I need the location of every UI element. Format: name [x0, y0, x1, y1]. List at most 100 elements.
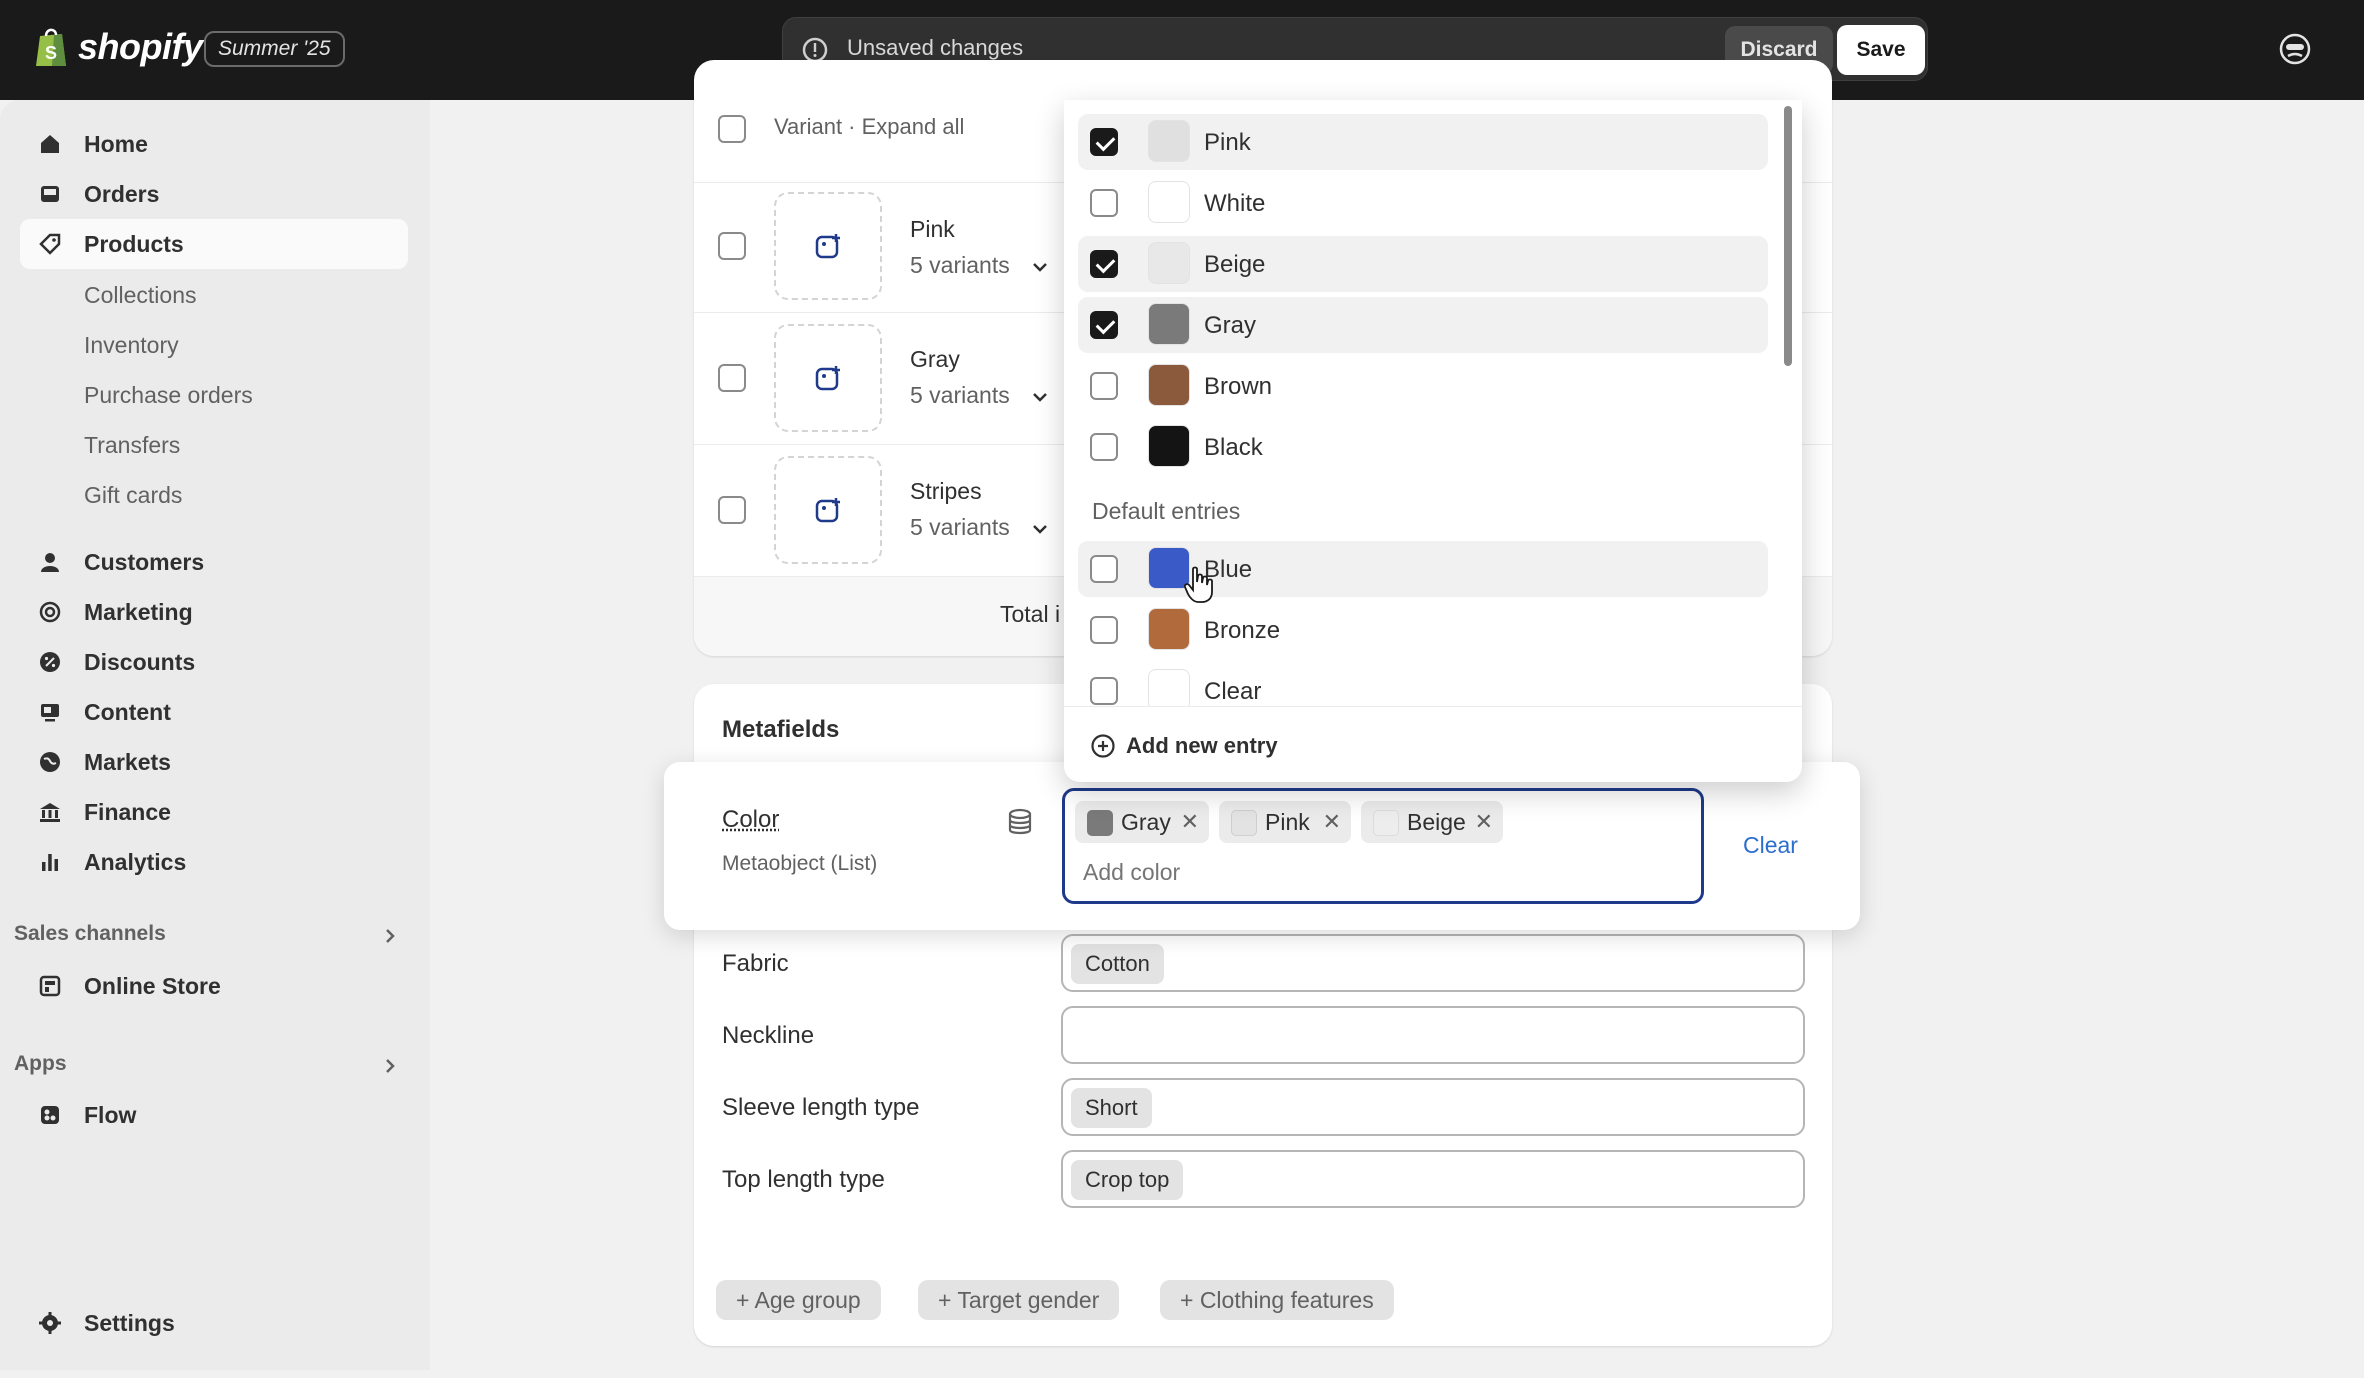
- variant-row-checkbox[interactable]: [718, 496, 746, 524]
- variant-count[interactable]: 5 variants: [910, 514, 1010, 541]
- color-option-pink[interactable]: Pink: [1078, 114, 1768, 170]
- chevron-down-icon[interactable]: [1031, 388, 1049, 406]
- shopify-logo[interactable]: S shopify: [34, 26, 203, 68]
- color-tag-label: Gray: [1121, 809, 1171, 835]
- remove-tag-icon[interactable]: ✕: [1475, 801, 1493, 843]
- top-length-field[interactable]: Crop top: [1061, 1150, 1805, 1208]
- color-option-beige[interactable]: Beige: [1078, 236, 1768, 292]
- sidebar-item-flow[interactable]: Flow: [20, 1090, 408, 1140]
- option-checkbox[interactable]: [1090, 250, 1118, 278]
- variant-header[interactable]: Variant · Expand all: [774, 114, 964, 140]
- sidebar-item-finance[interactable]: Finance: [20, 787, 408, 837]
- variant-count[interactable]: 5 variants: [910, 382, 1010, 409]
- option-checkbox[interactable]: [1090, 128, 1118, 156]
- flow-icon: [41, 1106, 59, 1124]
- color-tag-gray: Gray ✕: [1075, 801, 1209, 843]
- remove-tag-icon[interactable]: ✕: [1323, 801, 1341, 843]
- option-label: Gray: [1204, 312, 1257, 339]
- color-swatch: [1148, 669, 1190, 711]
- sidebar-item-label: Orders: [84, 181, 160, 207]
- option-label: Beige: [1204, 251, 1266, 278]
- color-label[interactable]: Color: [722, 806, 779, 834]
- sidebar-subitem-transfers[interactable]: Transfers: [84, 432, 180, 459]
- person-icon: [41, 553, 59, 572]
- default-entries-heading: Default entries: [1092, 498, 1241, 524]
- variant-row-checkbox[interactable]: [718, 364, 746, 392]
- chevron-down-icon[interactable]: [1031, 258, 1049, 276]
- color-option-white[interactable]: White: [1078, 175, 1768, 231]
- sales-channels-heading[interactable]: Sales channels: [14, 922, 166, 946]
- sidebar-subitem-inventory[interactable]: Inventory: [84, 332, 179, 359]
- svg-text:S: S: [45, 43, 57, 63]
- variant-name: Gray: [910, 346, 960, 372]
- variant-row-checkbox[interactable]: [718, 232, 746, 260]
- add-color-input[interactable]: [1083, 853, 1663, 891]
- variant-image-placeholder[interactable]: [774, 456, 882, 564]
- chevron-down-icon[interactable]: [1031, 520, 1049, 538]
- neckline-field[interactable]: [1061, 1006, 1805, 1064]
- unsaved-changes-text: Unsaved changes: [847, 35, 1024, 60]
- option-checkbox[interactable]: [1090, 677, 1118, 705]
- chevron-right-icon[interactable]: [380, 926, 400, 946]
- color-options-dropdown: Pink White Beige Gray Brown Black Defaul…: [1064, 100, 1802, 782]
- add-image-icon: [815, 498, 840, 523]
- add-target-gender-button[interactable]: + Target gender: [918, 1280, 1120, 1320]
- chart-icon: [42, 854, 58, 871]
- sidebar-item-home[interactable]: Home: [20, 119, 408, 169]
- color-option-brown[interactable]: Brown: [1078, 358, 1768, 414]
- option-checkbox[interactable]: [1090, 311, 1118, 339]
- option-checkbox[interactable]: [1090, 433, 1118, 461]
- target-icon: [39, 601, 61, 623]
- add-clothing-features-button[interactable]: + Clothing features: [1160, 1280, 1394, 1320]
- apps-heading[interactable]: Apps: [14, 1052, 67, 1076]
- sidebar-item-label: Markets: [84, 749, 171, 775]
- sidebar-item-products[interactable]: Products: [20, 219, 408, 269]
- add-age-group-button[interactable]: + Age group: [716, 1280, 881, 1320]
- dropdown-scrollbar[interactable]: [1784, 106, 1792, 366]
- remove-tag-icon[interactable]: ✕: [1181, 801, 1199, 843]
- sidebar-item-settings[interactable]: Settings: [20, 1298, 408, 1348]
- sidebar-item-customers[interactable]: Customers: [20, 537, 408, 587]
- content-icon: [41, 704, 59, 722]
- sidebar-item-analytics[interactable]: Analytics: [20, 837, 408, 887]
- sleeve-length-field[interactable]: Short: [1061, 1078, 1805, 1136]
- total-inventory-label: Total i: [1000, 601, 1061, 627]
- sidebar-subitem-purchase-orders[interactable]: Purchase orders: [84, 382, 253, 409]
- user-avatar-icon[interactable]: [2278, 32, 2312, 66]
- color-option-bronze[interactable]: Bronze: [1078, 602, 1768, 658]
- sidebar-subitem-gift-cards[interactable]: Gift cards: [84, 482, 182, 509]
- option-checkbox[interactable]: [1090, 616, 1118, 644]
- option-checkbox[interactable]: [1090, 372, 1118, 400]
- variant-image-placeholder[interactable]: [774, 192, 882, 300]
- select-all-checkbox[interactable]: [718, 115, 746, 143]
- sidebar-item-marketing[interactable]: Marketing: [20, 587, 408, 637]
- color-tag-label: Pink: [1265, 809, 1310, 835]
- brand-name: shopify: [78, 26, 203, 67]
- fabric-field[interactable]: Cotton: [1061, 934, 1805, 992]
- save-button[interactable]: Save: [1837, 25, 1925, 75]
- color-option-black[interactable]: Black: [1078, 419, 1768, 475]
- tag-icon: [39, 233, 61, 255]
- color-swatch: [1148, 303, 1190, 345]
- add-new-entry-button[interactable]: Add new entry: [1064, 706, 1802, 782]
- sidebar-item-markets[interactable]: Markets: [20, 737, 408, 787]
- option-checkbox[interactable]: [1090, 189, 1118, 217]
- color-input-field[interactable]: Gray ✕ Pink ✕ Beige ✕: [1062, 788, 1704, 904]
- add-new-entry-label: Add new entry: [1126, 733, 1278, 758]
- color-option-blue[interactable]: Blue: [1078, 541, 1768, 597]
- chevron-right-icon[interactable]: [380, 1056, 400, 1076]
- sidebar-item-discounts[interactable]: Discounts: [20, 637, 408, 687]
- variant-count[interactable]: 5 variants: [910, 252, 1010, 279]
- sidebar-item-content[interactable]: Content: [20, 687, 408, 737]
- sidebar-subitem-collections[interactable]: Collections: [84, 282, 197, 309]
- option-checkbox[interactable]: [1090, 555, 1118, 583]
- variant-image-placeholder[interactable]: [774, 324, 882, 432]
- color-swatch: [1148, 242, 1190, 284]
- sidebar-item-label: Marketing: [84, 599, 193, 625]
- sidebar-item-online-store[interactable]: Online Store: [20, 961, 408, 1011]
- metafields-title: Metafields: [722, 716, 840, 743]
- color-option-gray[interactable]: Gray: [1078, 297, 1768, 353]
- clear-button[interactable]: Clear: [1743, 832, 1798, 859]
- edition-badge[interactable]: Summer '25: [204, 31, 345, 67]
- sidebar-item-orders[interactable]: Orders: [20, 169, 408, 219]
